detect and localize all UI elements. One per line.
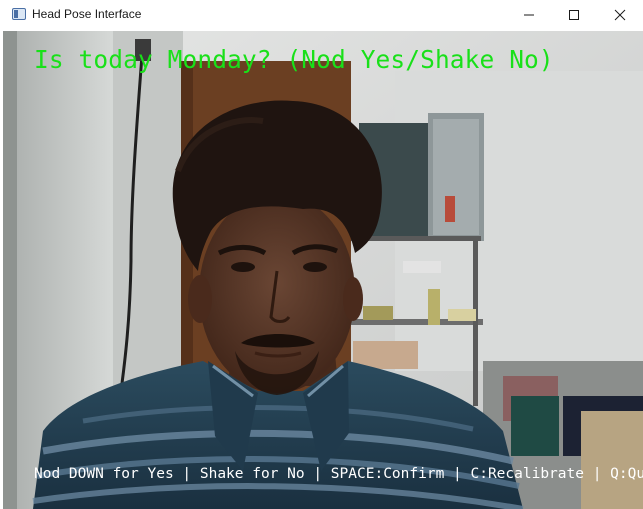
maximize-button[interactable] [551, 0, 597, 30]
minimize-button[interactable] [506, 0, 552, 30]
close-icon [614, 9, 626, 21]
maximize-icon [569, 10, 579, 20]
camera-feed [3, 31, 643, 509]
app-window: Head Pose Interface Is today Monday? (No… [0, 0, 643, 509]
window-app-icon [12, 8, 26, 20]
minimize-icon [524, 14, 534, 16]
video-frame: Is today Monday? (Nod Yes/Shake No) Nod … [3, 31, 643, 509]
window-title: Head Pose Interface [32, 7, 142, 21]
question-prompt: Is today Monday? (Nod Yes/Shake No) [34, 45, 554, 74]
instructions-overlay: Nod DOWN for Yes | Shake for No | SPACE:… [34, 466, 643, 482]
close-button[interactable] [597, 0, 643, 30]
title-bar[interactable]: Head Pose Interface [0, 0, 643, 30]
